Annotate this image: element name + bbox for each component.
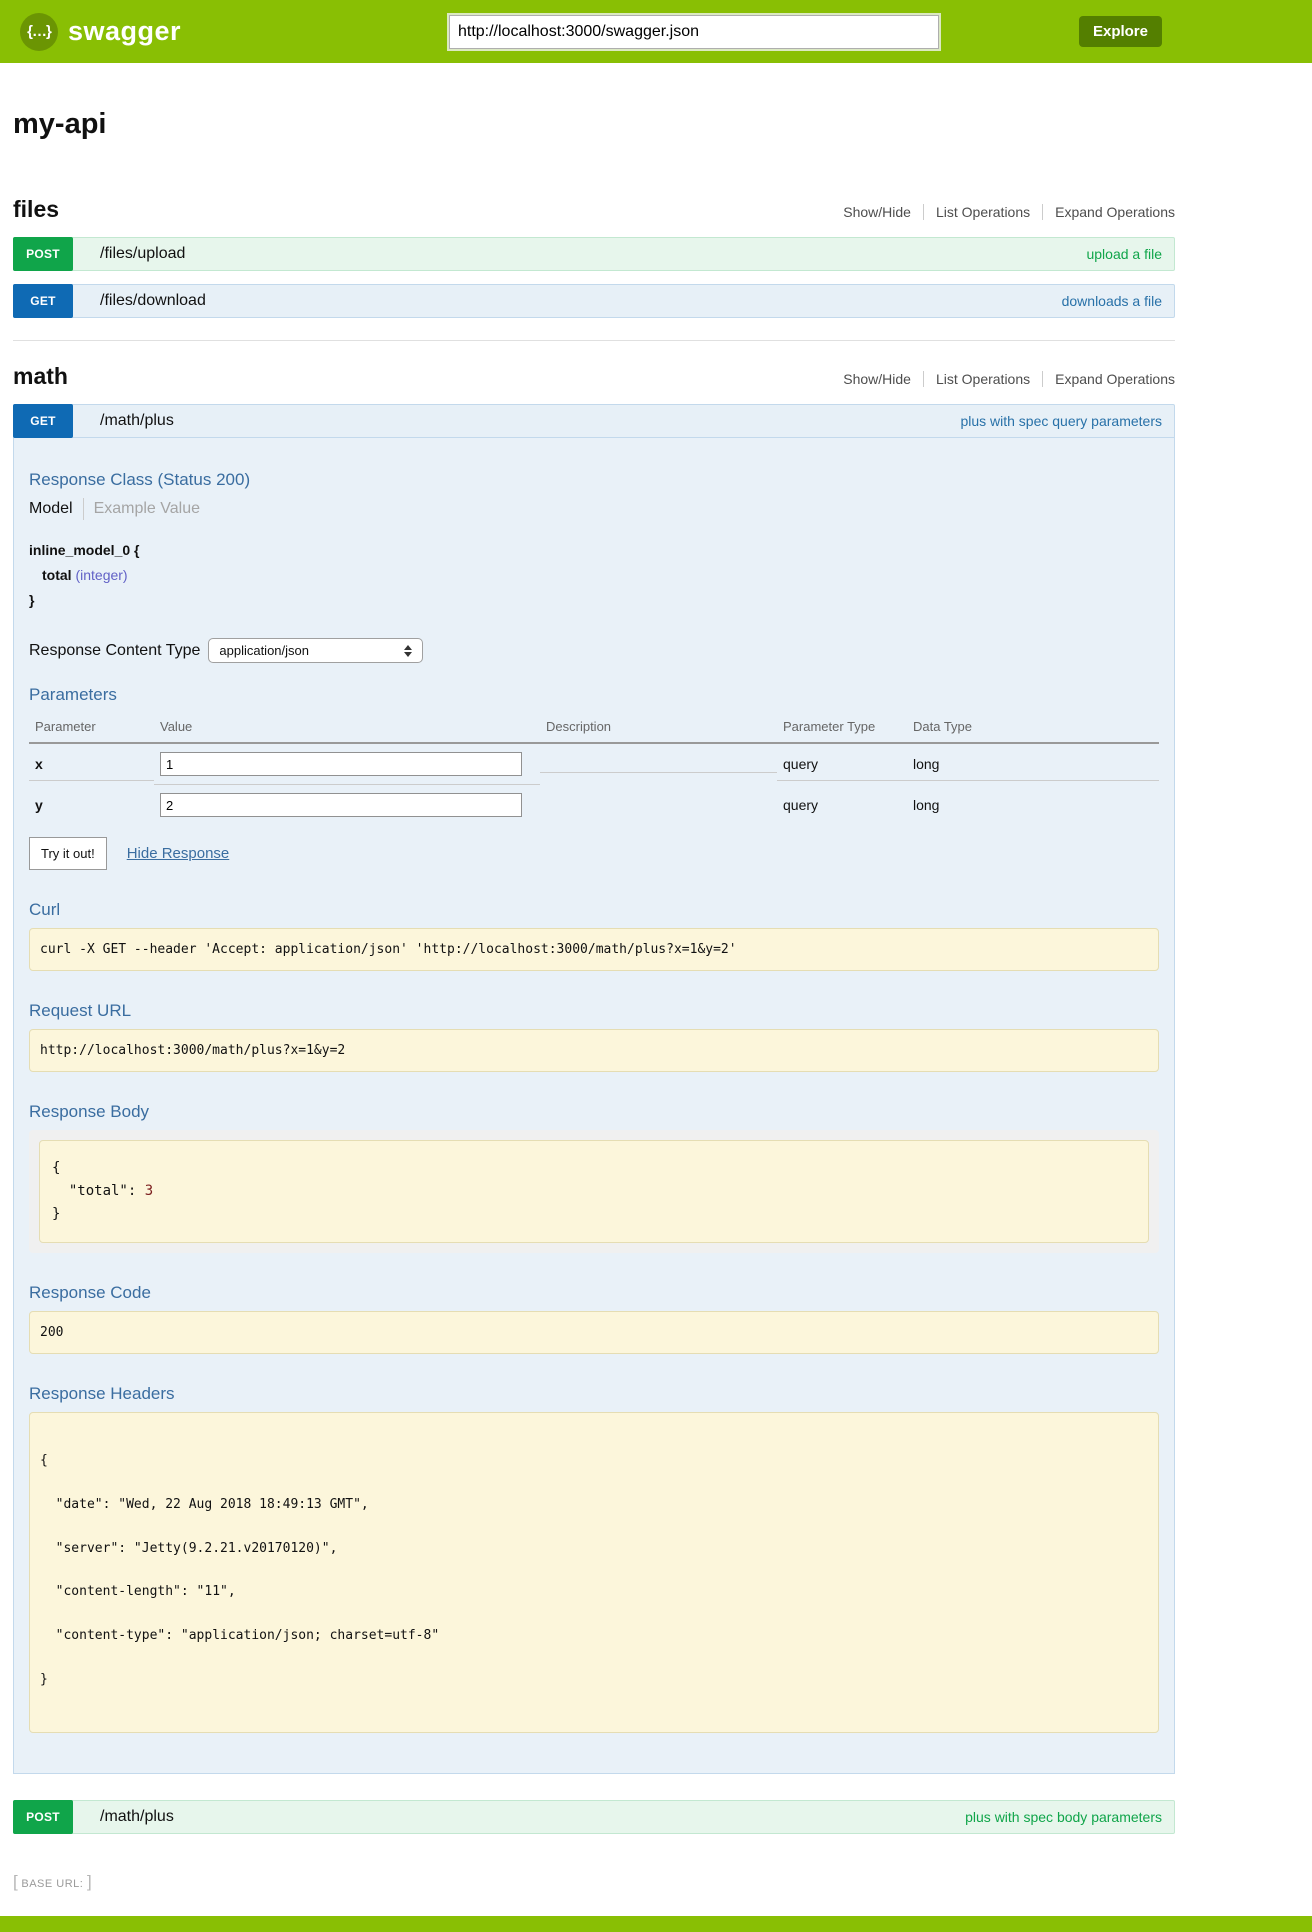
section-divider <box>13 340 1175 341</box>
op-row-post-files-upload[interactable]: POST /files/upload upload a file <box>13 237 1175 271</box>
response-body-block: { "total": 3} <box>39 1140 1149 1243</box>
model-name: inline_model_0 { <box>29 542 1159 558</box>
hide-response-link[interactable]: Hide Response <box>127 845 230 862</box>
param-description-x <box>540 756 777 773</box>
op-summary-upload-a-file[interactable]: upload a file <box>1086 246 1162 262</box>
col-header-data-type: Data Type <box>907 713 1159 744</box>
control-separator <box>923 371 924 387</box>
model-close-brace: } <box>29 592 1159 608</box>
col-header-value: Value <box>154 713 540 744</box>
response-headers-line: { <box>40 1454 1148 1469</box>
spec-url-input[interactable] <box>449 15 939 49</box>
swagger-logo[interactable]: {…} swagger <box>20 13 181 51</box>
method-badge-get[interactable]: GET <box>13 284 73 318</box>
base-url-label: BASE URL: <box>21 1878 83 1890</box>
param-data-type-y: long <box>907 789 1159 821</box>
control-separator <box>923 204 924 220</box>
col-header-parameter-type: Parameter Type <box>777 713 907 744</box>
method-badge-post[interactable]: POST <box>13 237 73 271</box>
control-separator <box>1042 204 1043 220</box>
model-field-type: (integer) <box>75 567 127 583</box>
response-class-heading: Response Class (Status 200) <box>29 470 1159 490</box>
resource-math: math Show/Hide List Operations Expand Op… <box>13 363 1175 1834</box>
show-hide-link[interactable]: Show/Hide <box>843 204 911 220</box>
op-summary-downloads-a-file[interactable]: downloads a file <box>1062 293 1162 309</box>
expand-operations-link[interactable]: Expand Operations <box>1055 371 1175 387</box>
try-it-out-button[interactable]: Try it out! <box>29 837 107 870</box>
param-name-y: y <box>29 789 154 821</box>
response-body-value: 3 <box>145 1183 153 1199</box>
op-summary-plus-body-params[interactable]: plus with spec body parameters <box>965 1809 1162 1825</box>
response-body-open-brace: { <box>52 1157 1136 1180</box>
expand-operations-link[interactable]: Expand Operations <box>1055 204 1175 220</box>
tab-example-value[interactable]: Example Value <box>94 500 200 518</box>
param-value-input-x[interactable] <box>160 752 522 776</box>
parameters-table: Parameter Value Description Parameter Ty… <box>29 713 1159 825</box>
swagger-logo-icon: {…} <box>20 13 58 51</box>
op-path-files-download[interactable]: /files/download <box>100 292 206 310</box>
resource-title-files[interactable]: files <box>13 196 59 223</box>
response-headers-block: { "date": "Wed, 22 Aug 2018 18:49:13 GMT… <box>29 1412 1159 1733</box>
tab-model[interactable]: Model <box>29 500 73 518</box>
request-url-block: http://localhost:3000/math/plus?x=1&y=2 <box>29 1029 1159 1072</box>
control-separator <box>1042 371 1043 387</box>
param-description-y <box>540 797 777 813</box>
col-header-description: Description <box>540 713 777 744</box>
response-headers-heading: Response Headers <box>29 1384 1159 1404</box>
base-url-close-bracket: ] <box>87 1872 92 1891</box>
response-code-heading: Response Code <box>29 1283 1159 1303</box>
response-content-type-label: Response Content Type <box>29 642 200 660</box>
page-title: my-api <box>13 108 1175 141</box>
curl-command-block: curl -X GET --header 'Accept: applicatio… <box>29 928 1159 971</box>
op-detail-panel: Response Class (Status 200) Model Exampl… <box>13 438 1175 1774</box>
base-url-open-bracket: [ <box>13 1872 18 1891</box>
op-path-math-plus-post[interactable]: /math/plus <box>100 1808 174 1826</box>
response-body-heading: Response Body <box>29 1102 1159 1122</box>
op-row-post-math-plus[interactable]: POST /math/plus plus with spec body para… <box>13 1800 1175 1834</box>
model-field-name: total <box>42 567 72 583</box>
curl-heading: Curl <box>29 900 1159 920</box>
col-header-parameter: Parameter <box>29 713 154 744</box>
response-content-type-select[interactable]: application/json <box>208 638 423 663</box>
op-get-math-plus-expanded: GET /math/plus plus with spec query para… <box>13 404 1175 1774</box>
method-badge-post[interactable]: POST <box>13 1800 73 1834</box>
model-tabs: Model Example Value <box>29 498 1159 520</box>
response-body-close-brace: } <box>52 1203 1136 1226</box>
resource-title-math[interactable]: math <box>13 363 68 390</box>
response-body-key: "total": <box>69 1183 136 1199</box>
response-content-type-value: application/json <box>219 643 309 658</box>
op-row-get-files-download[interactable]: GET /files/download downloads a file <box>13 284 1175 318</box>
param-name-x: x <box>29 748 154 781</box>
method-badge-get[interactable]: GET <box>13 404 73 438</box>
response-headers-line: "content-type": "application/json; chars… <box>40 1629 1148 1644</box>
swagger-logo-text: swagger <box>68 16 181 47</box>
op-path-files-upload[interactable]: /files/upload <box>100 245 185 263</box>
response-body-container: { "total": 3} <box>29 1130 1159 1253</box>
select-arrows-icon <box>404 645 412 657</box>
model-signature: inline_model_0 { total (integer) } <box>29 542 1159 608</box>
response-headers-line: "date": "Wed, 22 Aug 2018 18:49:13 GMT", <box>40 1498 1148 1513</box>
response-headers-line: } <box>40 1673 1148 1688</box>
response-code-block: 200 <box>29 1311 1159 1354</box>
param-value-input-y[interactable] <box>160 793 522 817</box>
explore-button[interactable]: Explore <box>1079 16 1162 47</box>
base-url-footer: [ BASE URL: ] <box>13 1872 1312 1892</box>
request-url-heading: Request URL <box>29 1001 1159 1021</box>
list-operations-link[interactable]: List Operations <box>936 204 1030 220</box>
list-operations-link[interactable]: List Operations <box>936 371 1030 387</box>
param-data-type-x: long <box>907 748 1159 781</box>
op-row-get-math-plus[interactable]: GET /math/plus plus with spec query para… <box>13 404 1175 438</box>
op-path-math-plus[interactable]: /math/plus <box>100 412 174 430</box>
top-header-bar: {…} swagger Explore <box>0 0 1312 63</box>
bottom-green-bar <box>0 1916 1312 1932</box>
response-headers-line: "server": "Jetty(9.2.21.v20170120)", <box>40 1542 1148 1557</box>
resource-files: files Show/Hide List Operations Expand O… <box>13 196 1175 318</box>
response-headers-line: "content-length": "11", <box>40 1585 1148 1600</box>
show-hide-link[interactable]: Show/Hide <box>843 371 911 387</box>
op-summary-plus-query-params[interactable]: plus with spec query parameters <box>960 413 1162 429</box>
param-type-y: query <box>777 789 907 821</box>
parameters-heading: Parameters <box>29 685 1159 705</box>
param-type-x: query <box>777 748 907 781</box>
tab-separator <box>83 498 84 520</box>
